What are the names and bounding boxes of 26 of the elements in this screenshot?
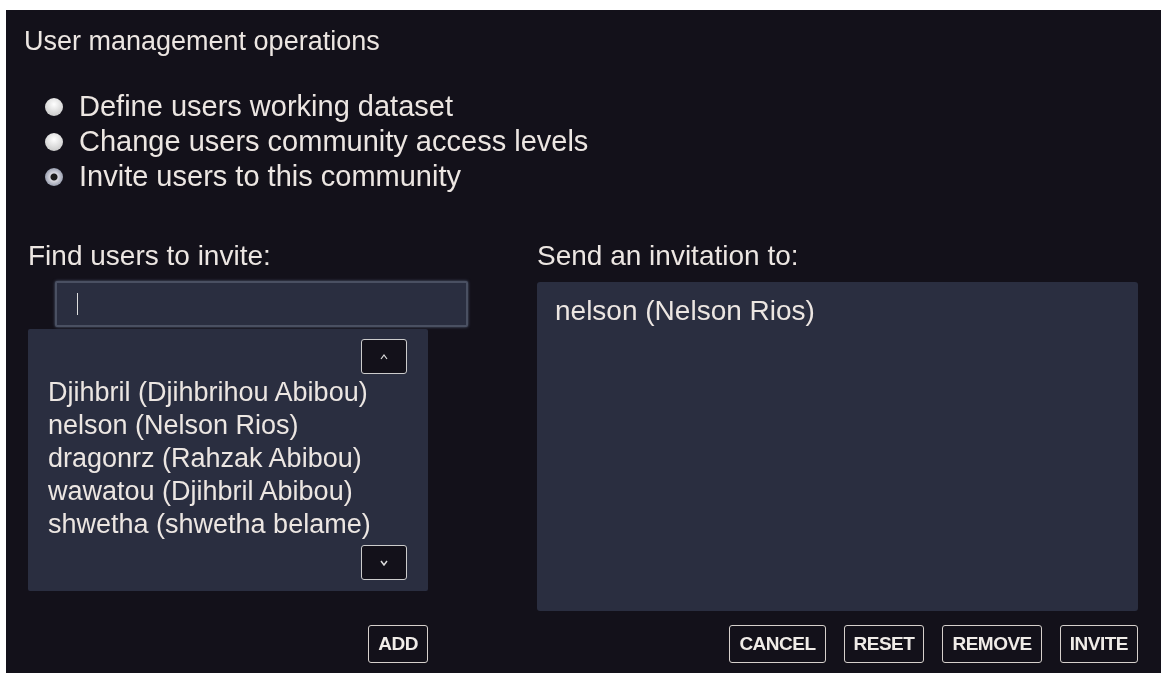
section-heading: User management operations: [24, 25, 381, 57]
option-label[interactable]: Invite users to this community: [79, 159, 461, 194]
action-button[interactable]: INVITE: [1059, 625, 1138, 663]
action-button[interactable]: RESET: [843, 625, 925, 663]
user-list-item[interactable]: nelson (Nelson Rios): [48, 409, 407, 442]
radio-button[interactable]: [45, 167, 63, 186]
recipient-item[interactable]: nelson (Nelson Rios): [555, 294, 1120, 327]
section-label: Find users to invite:: [28, 239, 272, 273]
radio-button[interactable]: [45, 132, 63, 151]
option-label[interactable]: Define users working dataset: [79, 89, 453, 124]
option-label[interactable]: Change users community access levels: [79, 124, 589, 159]
radio-button[interactable]: [45, 97, 63, 116]
action-button[interactable]: REMOVE: [942, 625, 1042, 663]
user-list-item[interactable]: dragonrz (Rahzak Abibou): [48, 442, 407, 475]
user-list-item[interactable]: shwetha (shwetha belame): [48, 508, 407, 541]
section-label: Send an invitation to:: [537, 239, 800, 273]
caret-up-icon: [380, 353, 388, 360]
scroll-down-button[interactable]: [361, 545, 407, 580]
action-button[interactable]: CANCEL: [729, 625, 826, 663]
add-button[interactable]: ADD: [368, 625, 428, 663]
search-field[interactable]: [55, 281, 468, 327]
user-list-item[interactable]: Djihbril (Djihbrihou Abibou): [48, 376, 407, 409]
text-cursor: [77, 293, 78, 315]
user-list-item[interactable]: wawatou (Djihbril Abibou): [48, 475, 407, 508]
scroll-up-button[interactable]: [361, 339, 407, 374]
caret-down-icon: [380, 559, 388, 566]
